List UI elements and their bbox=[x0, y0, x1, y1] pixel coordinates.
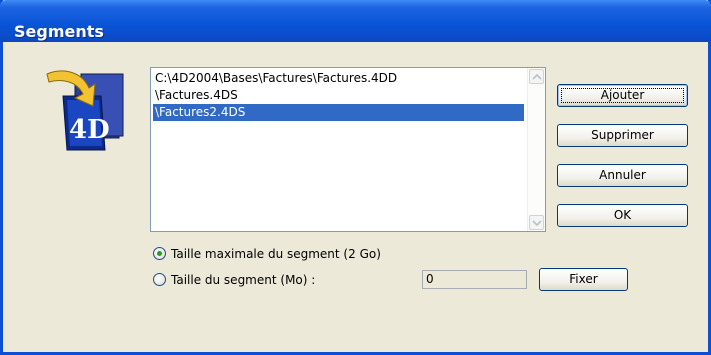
segment-size-label: Taille du segment (Mo) : bbox=[171, 273, 316, 287]
segments-listbox[interactable]: C:\4D2004\Bases\Factures\Factures.4DD \F… bbox=[150, 67, 546, 232]
cancel-button[interactable]: Annuler bbox=[557, 164, 688, 187]
radio-selected-dot bbox=[157, 251, 162, 256]
max-size-option[interactable]: Taille maximale du segment (2 Go) bbox=[153, 245, 413, 263]
scroll-up-button[interactable] bbox=[529, 69, 544, 84]
segment-size-field[interactable]: 0 bbox=[422, 270, 527, 289]
window-title: Segments bbox=[14, 22, 104, 41]
remove-button[interactable]: Supprimer bbox=[557, 124, 688, 147]
add-button[interactable]: Ajouter bbox=[557, 84, 688, 107]
scroll-up-arrow-icon bbox=[532, 73, 542, 80]
scroll-down-button[interactable] bbox=[529, 215, 544, 230]
max-size-radio[interactable] bbox=[153, 247, 166, 260]
4d-logo-icon: 4D bbox=[46, 70, 124, 151]
max-size-label: Taille maximale du segment (2 Go) bbox=[171, 247, 381, 261]
svg-text:4D: 4D bbox=[69, 115, 110, 145]
segments-dialog: Segments 4D C:\4D2004\Bases\Factures\Fac… bbox=[0, 0, 711, 355]
title-bar[interactable]: Segments bbox=[0, 0, 711, 42]
ok-button[interactable]: OK bbox=[557, 204, 688, 227]
list-item[interactable]: \Factures.4DS bbox=[153, 87, 524, 104]
vertical-scrollbar[interactable] bbox=[527, 68, 545, 231]
list-item-selected[interactable]: \Factures2.4DS bbox=[153, 104, 524, 121]
list-item[interactable]: C:\4D2004\Bases\Factures\Factures.4DD bbox=[153, 70, 524, 87]
scroll-down-arrow-icon bbox=[532, 220, 542, 227]
set-button[interactable]: Fixer bbox=[539, 268, 628, 291]
segment-size-radio[interactable] bbox=[153, 273, 166, 286]
segment-size-option[interactable]: Taille du segment (Mo) : bbox=[153, 271, 353, 289]
focus-rect bbox=[561, 88, 684, 103]
